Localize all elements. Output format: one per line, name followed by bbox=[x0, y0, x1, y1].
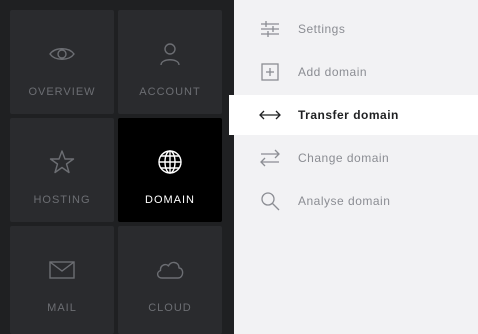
star-icon bbox=[10, 148, 114, 176]
menu-label: Settings bbox=[298, 22, 346, 36]
category-panel: OVERVIEW ACCOUNT HOSTING DOMAIN MAIL CLO… bbox=[0, 0, 234, 334]
tile-label: CLOUD bbox=[148, 302, 192, 314]
tile-label: ACCOUNT bbox=[139, 86, 201, 98]
menu-label: Analyse domain bbox=[298, 194, 391, 208]
menu-item-change-domain[interactable]: Change domain bbox=[229, 138, 478, 178]
tile-label: DOMAIN bbox=[145, 194, 195, 206]
tile-mail[interactable]: MAIL bbox=[10, 226, 114, 334]
menu-item-analyse-domain[interactable]: Analyse domain bbox=[229, 181, 478, 221]
tile-label: MAIL bbox=[47, 302, 77, 314]
tile-overview[interactable]: OVERVIEW bbox=[10, 10, 114, 114]
tile-label: HOSTING bbox=[33, 194, 91, 206]
tile-cloud[interactable]: CLOUD bbox=[118, 226, 222, 334]
user-icon bbox=[118, 40, 222, 68]
menu-label: Transfer domain bbox=[298, 108, 399, 122]
swap-arrows-icon bbox=[259, 148, 281, 168]
envelope-icon bbox=[10, 256, 114, 284]
search-icon bbox=[259, 191, 281, 211]
menu-item-settings[interactable]: Settings bbox=[229, 9, 478, 49]
globe-icon bbox=[118, 148, 222, 176]
double-arrow-icon bbox=[259, 105, 281, 125]
eye-icon bbox=[10, 40, 114, 68]
tile-account[interactable]: ACCOUNT bbox=[118, 10, 222, 114]
plus-box-icon bbox=[259, 62, 281, 82]
cloud-icon bbox=[118, 256, 222, 284]
tile-domain[interactable]: DOMAIN bbox=[118, 118, 222, 222]
tile-hosting[interactable]: HOSTING bbox=[10, 118, 114, 222]
menu-label: Change domain bbox=[298, 151, 390, 165]
sliders-icon bbox=[259, 19, 281, 39]
menu-item-transfer-domain[interactable]: Transfer domain bbox=[229, 95, 478, 135]
menu-label: Add domain bbox=[298, 65, 368, 79]
tile-label: OVERVIEW bbox=[28, 86, 96, 98]
menu-item-add-domain[interactable]: Add domain bbox=[229, 52, 478, 92]
